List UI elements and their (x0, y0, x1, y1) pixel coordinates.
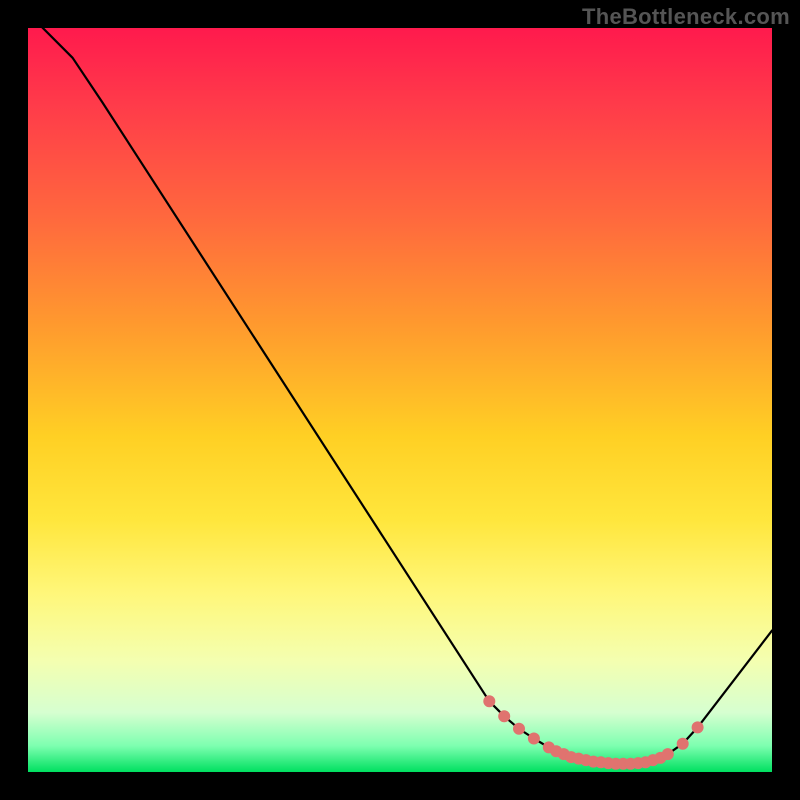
chart-svg (28, 28, 772, 772)
watermark-text: TheBottleneck.com (582, 4, 790, 30)
data-marker (662, 748, 674, 760)
data-marker (513, 723, 525, 735)
plot-area (28, 28, 772, 772)
data-marker (483, 695, 495, 707)
marker-group (483, 695, 703, 770)
data-marker (692, 721, 704, 733)
line-series (28, 13, 772, 764)
data-marker (498, 710, 510, 722)
chart-frame: TheBottleneck.com (0, 0, 800, 800)
data-marker (528, 733, 540, 745)
data-marker (677, 738, 689, 750)
